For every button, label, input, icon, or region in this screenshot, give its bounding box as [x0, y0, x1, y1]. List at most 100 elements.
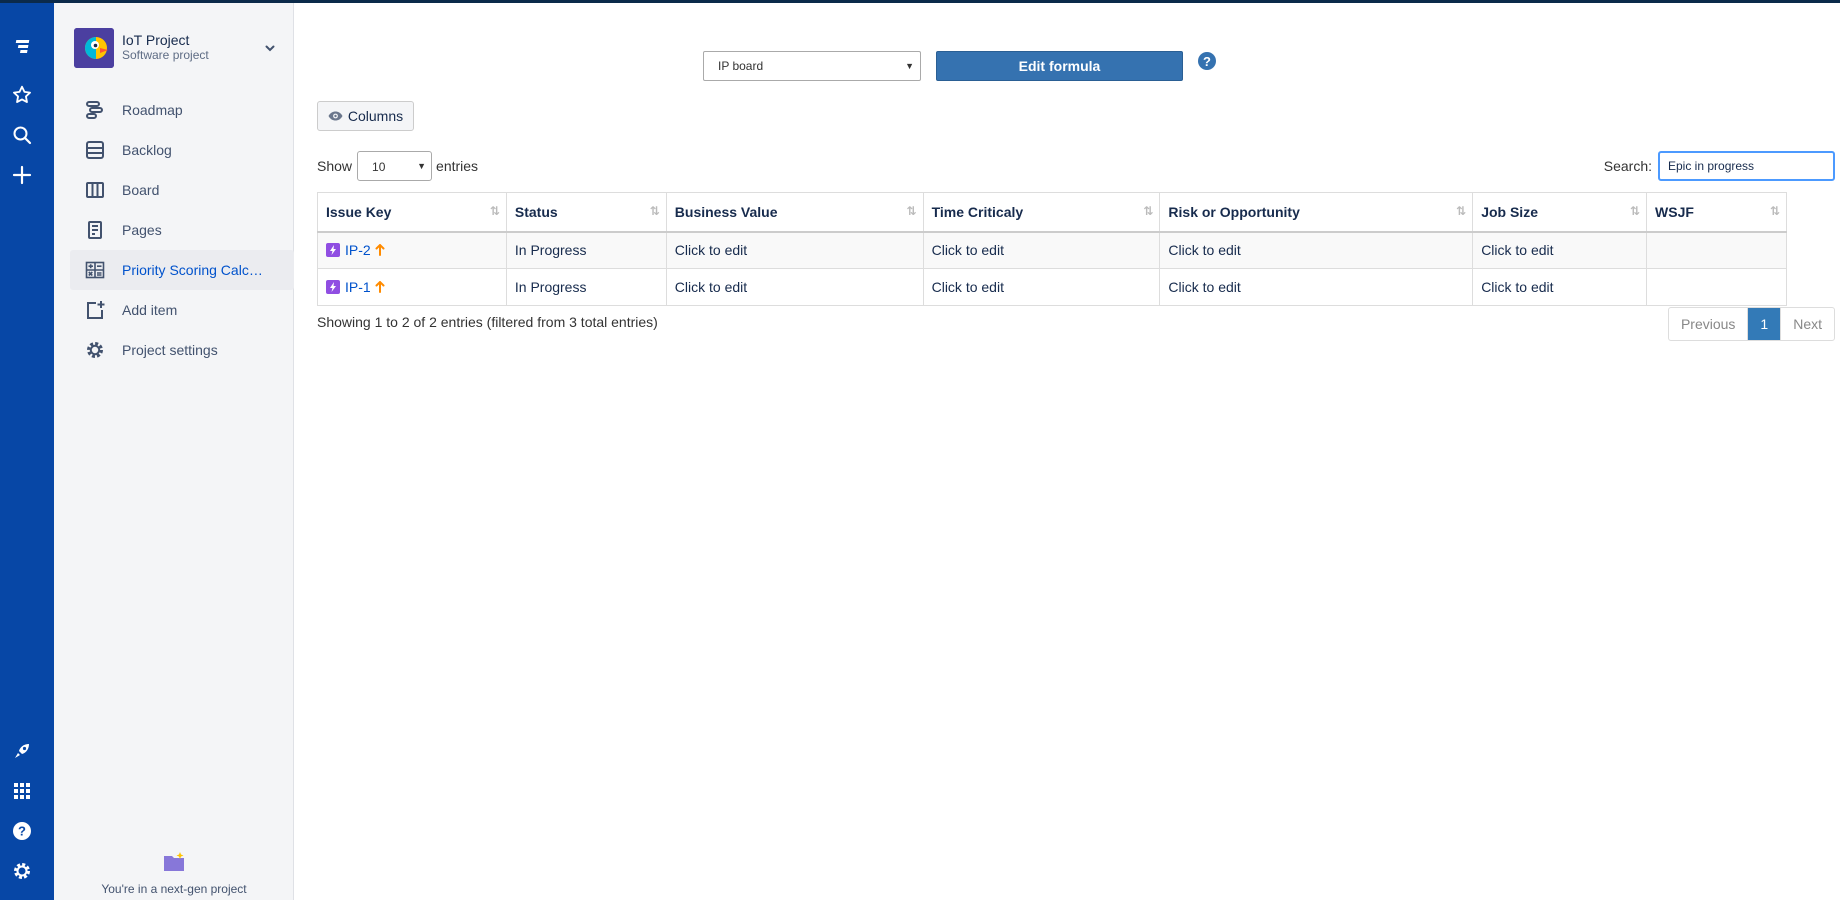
- columns-label: Columns: [347, 108, 404, 124]
- roadmap-icon: [84, 99, 106, 121]
- header-label: WSJF: [1655, 203, 1694, 220]
- wsjf-cell: [1646, 231, 1787, 269]
- header-label: Status: [514, 203, 558, 220]
- sort-icon: ⇅: [1456, 204, 1466, 218]
- rocket-icon[interactable]: [11, 740, 33, 762]
- risk-opportunity-cell[interactable]: Click to edit: [1159, 231, 1474, 269]
- next-gen-text: You're in a next-gen project: [101, 882, 247, 896]
- epic-icon: [326, 243, 340, 258]
- table-search: Search:: [1604, 151, 1835, 181]
- table-header-row: Issue Key ⇅ Status ⇅ Business Value ⇅ Time …: [317, 192, 1787, 233]
- backlog-icon: [84, 139, 106, 161]
- sidebar-item-project-settings[interactable]: Project settings: [70, 330, 294, 370]
- column-header-wsjf[interactable]: WSJF ⇅: [1646, 192, 1787, 233]
- business-value-cell[interactable]: Click to edit: [665, 268, 924, 306]
- help-icon[interactable]: ?: [11, 820, 33, 842]
- sort-icon: ⇅: [649, 204, 660, 218]
- column-header-business-value[interactable]: Business Value ⇅: [665, 192, 924, 233]
- priority-table: Issue Key ⇅ Status ⇅ Business Value ⇅ Time …: [317, 192, 1787, 306]
- sidebar-item-label: Project settings: [122, 342, 218, 358]
- sidebar-item-priority-scoring[interactable]: Priority Scoring Calculator: [70, 250, 294, 290]
- show-label: Show: [317, 158, 353, 174]
- edit-formula-button[interactable]: Edit formula: [936, 51, 1183, 81]
- table-row: IP-1 In Progress Click to edit Click to …: [317, 268, 1787, 306]
- sidebar-item-label: Board: [122, 182, 160, 198]
- pagination: Previous 1 Next: [1667, 307, 1835, 341]
- search-icon[interactable]: [11, 124, 33, 146]
- top-border: [0, 0, 1840, 3]
- previous-button[interactable]: Previous: [1669, 308, 1747, 340]
- gear-icon: [84, 339, 106, 361]
- sidebar-item-backlog[interactable]: Backlog: [70, 130, 294, 170]
- entries-label: entries: [436, 158, 479, 174]
- entries-select[interactable]: 10 ▼: [357, 151, 433, 181]
- entries-length-control: Show 10 ▼ entries: [317, 151, 478, 181]
- column-header-status[interactable]: Status ⇅: [505, 192, 667, 233]
- job-size-cell[interactable]: Click to edit: [1472, 231, 1648, 269]
- project-type: Software project: [122, 48, 209, 62]
- apps-grid-icon[interactable]: [11, 780, 33, 802]
- svg-text:?: ?: [18, 824, 26, 839]
- star-icon[interactable]: [11, 84, 33, 106]
- sidebar-item-label: Add item: [122, 302, 178, 318]
- columns-button[interactable]: Columns: [317, 101, 414, 131]
- time-criticality-cell[interactable]: Click to edit: [922, 268, 1161, 306]
- eye-icon: [328, 111, 343, 121]
- wsjf-cell: [1646, 268, 1787, 306]
- board-icon: [84, 179, 106, 201]
- status-cell: In Progress: [505, 268, 667, 306]
- table-row: IP-2 In Progress Click to edit Click to …: [317, 231, 1787, 269]
- project-switcher[interactable]: IoT Project Software project: [74, 27, 284, 69]
- sidebar-item-label: Pages: [122, 222, 162, 238]
- status-cell: In Progress: [505, 231, 667, 269]
- next-button[interactable]: Next: [1781, 308, 1834, 340]
- project-avatar: [74, 28, 114, 68]
- risk-opportunity-cell[interactable]: Click to edit: [1159, 268, 1474, 306]
- column-header-issue-key[interactable]: Issue Key ⇅: [317, 192, 507, 233]
- sort-icon: ⇅: [906, 204, 917, 218]
- dropdown-caret-icon: ▼: [417, 161, 427, 171]
- sidebar-item-label: Backlog: [122, 142, 172, 158]
- issue-key-cell: IP-2: [317, 231, 507, 269]
- priority-high-icon: [375, 244, 385, 257]
- sort-icon: ⇅: [1629, 204, 1640, 218]
- sidebar-item-add-item[interactable]: Add item: [70, 290, 294, 330]
- folder-icon: [163, 852, 185, 872]
- sidebar-item-pages[interactable]: Pages: [70, 210, 294, 250]
- header-label: Issue Key: [326, 203, 392, 220]
- plus-icon[interactable]: [11, 164, 33, 186]
- sidebar-item-board[interactable]: Board: [70, 170, 294, 210]
- jira-logo-icon[interactable]: [11, 36, 33, 58]
- project-sidebar: IoT Project Software project Roadmap Bac…: [54, 0, 294, 900]
- issue-key-cell: IP-1: [317, 268, 507, 306]
- chevron-down-icon[interactable]: [264, 41, 276, 59]
- business-value-cell[interactable]: Click to edit: [665, 231, 924, 269]
- table-info: Showing 1 to 2 of 2 entries (filtered fr…: [317, 314, 658, 330]
- issue-link[interactable]: IP-2: [345, 242, 371, 258]
- column-header-risk-opportunity[interactable]: Risk or Opportunity ⇅: [1159, 192, 1474, 233]
- board-select[interactable]: IP board ▼: [703, 51, 921, 81]
- page-button-current[interactable]: 1: [1747, 308, 1782, 340]
- header-label: Business Value: [674, 203, 778, 220]
- search-input[interactable]: [1658, 151, 1835, 181]
- help-icon[interactable]: ?: [1198, 52, 1216, 70]
- next-gen-notice: You're in a next-gen project: [54, 852, 294, 896]
- priority-high-icon: [375, 281, 385, 293]
- entries-select-value: 10: [372, 160, 386, 174]
- job-size-cell[interactable]: Click to edit: [1472, 268, 1648, 306]
- column-header-time-criticality[interactable]: Time Criticaly ⇅: [922, 192, 1161, 233]
- dropdown-caret-icon: ▼: [905, 61, 914, 71]
- search-label: Search:: [1603, 158, 1652, 174]
- time-criticality-cell[interactable]: Click to edit: [922, 231, 1161, 269]
- sort-icon: ⇅: [1143, 204, 1153, 218]
- sidebar-item-label: Priority Scoring Calculator: [122, 262, 270, 278]
- header-label: Job Size: [1481, 203, 1538, 220]
- issue-link[interactable]: IP-1: [345, 279, 371, 295]
- settings-icon[interactable]: [11, 860, 33, 882]
- sidebar-item-label: Roadmap: [122, 102, 183, 118]
- column-header-job-size[interactable]: Job Size ⇅: [1472, 192, 1648, 233]
- sidebar-nav: Roadmap Backlog Board Pages Priority Sco…: [70, 90, 294, 370]
- board-select-value: IP board: [718, 59, 764, 73]
- sort-icon: ⇅: [489, 204, 500, 218]
- sidebar-item-roadmap[interactable]: Roadmap: [70, 90, 294, 130]
